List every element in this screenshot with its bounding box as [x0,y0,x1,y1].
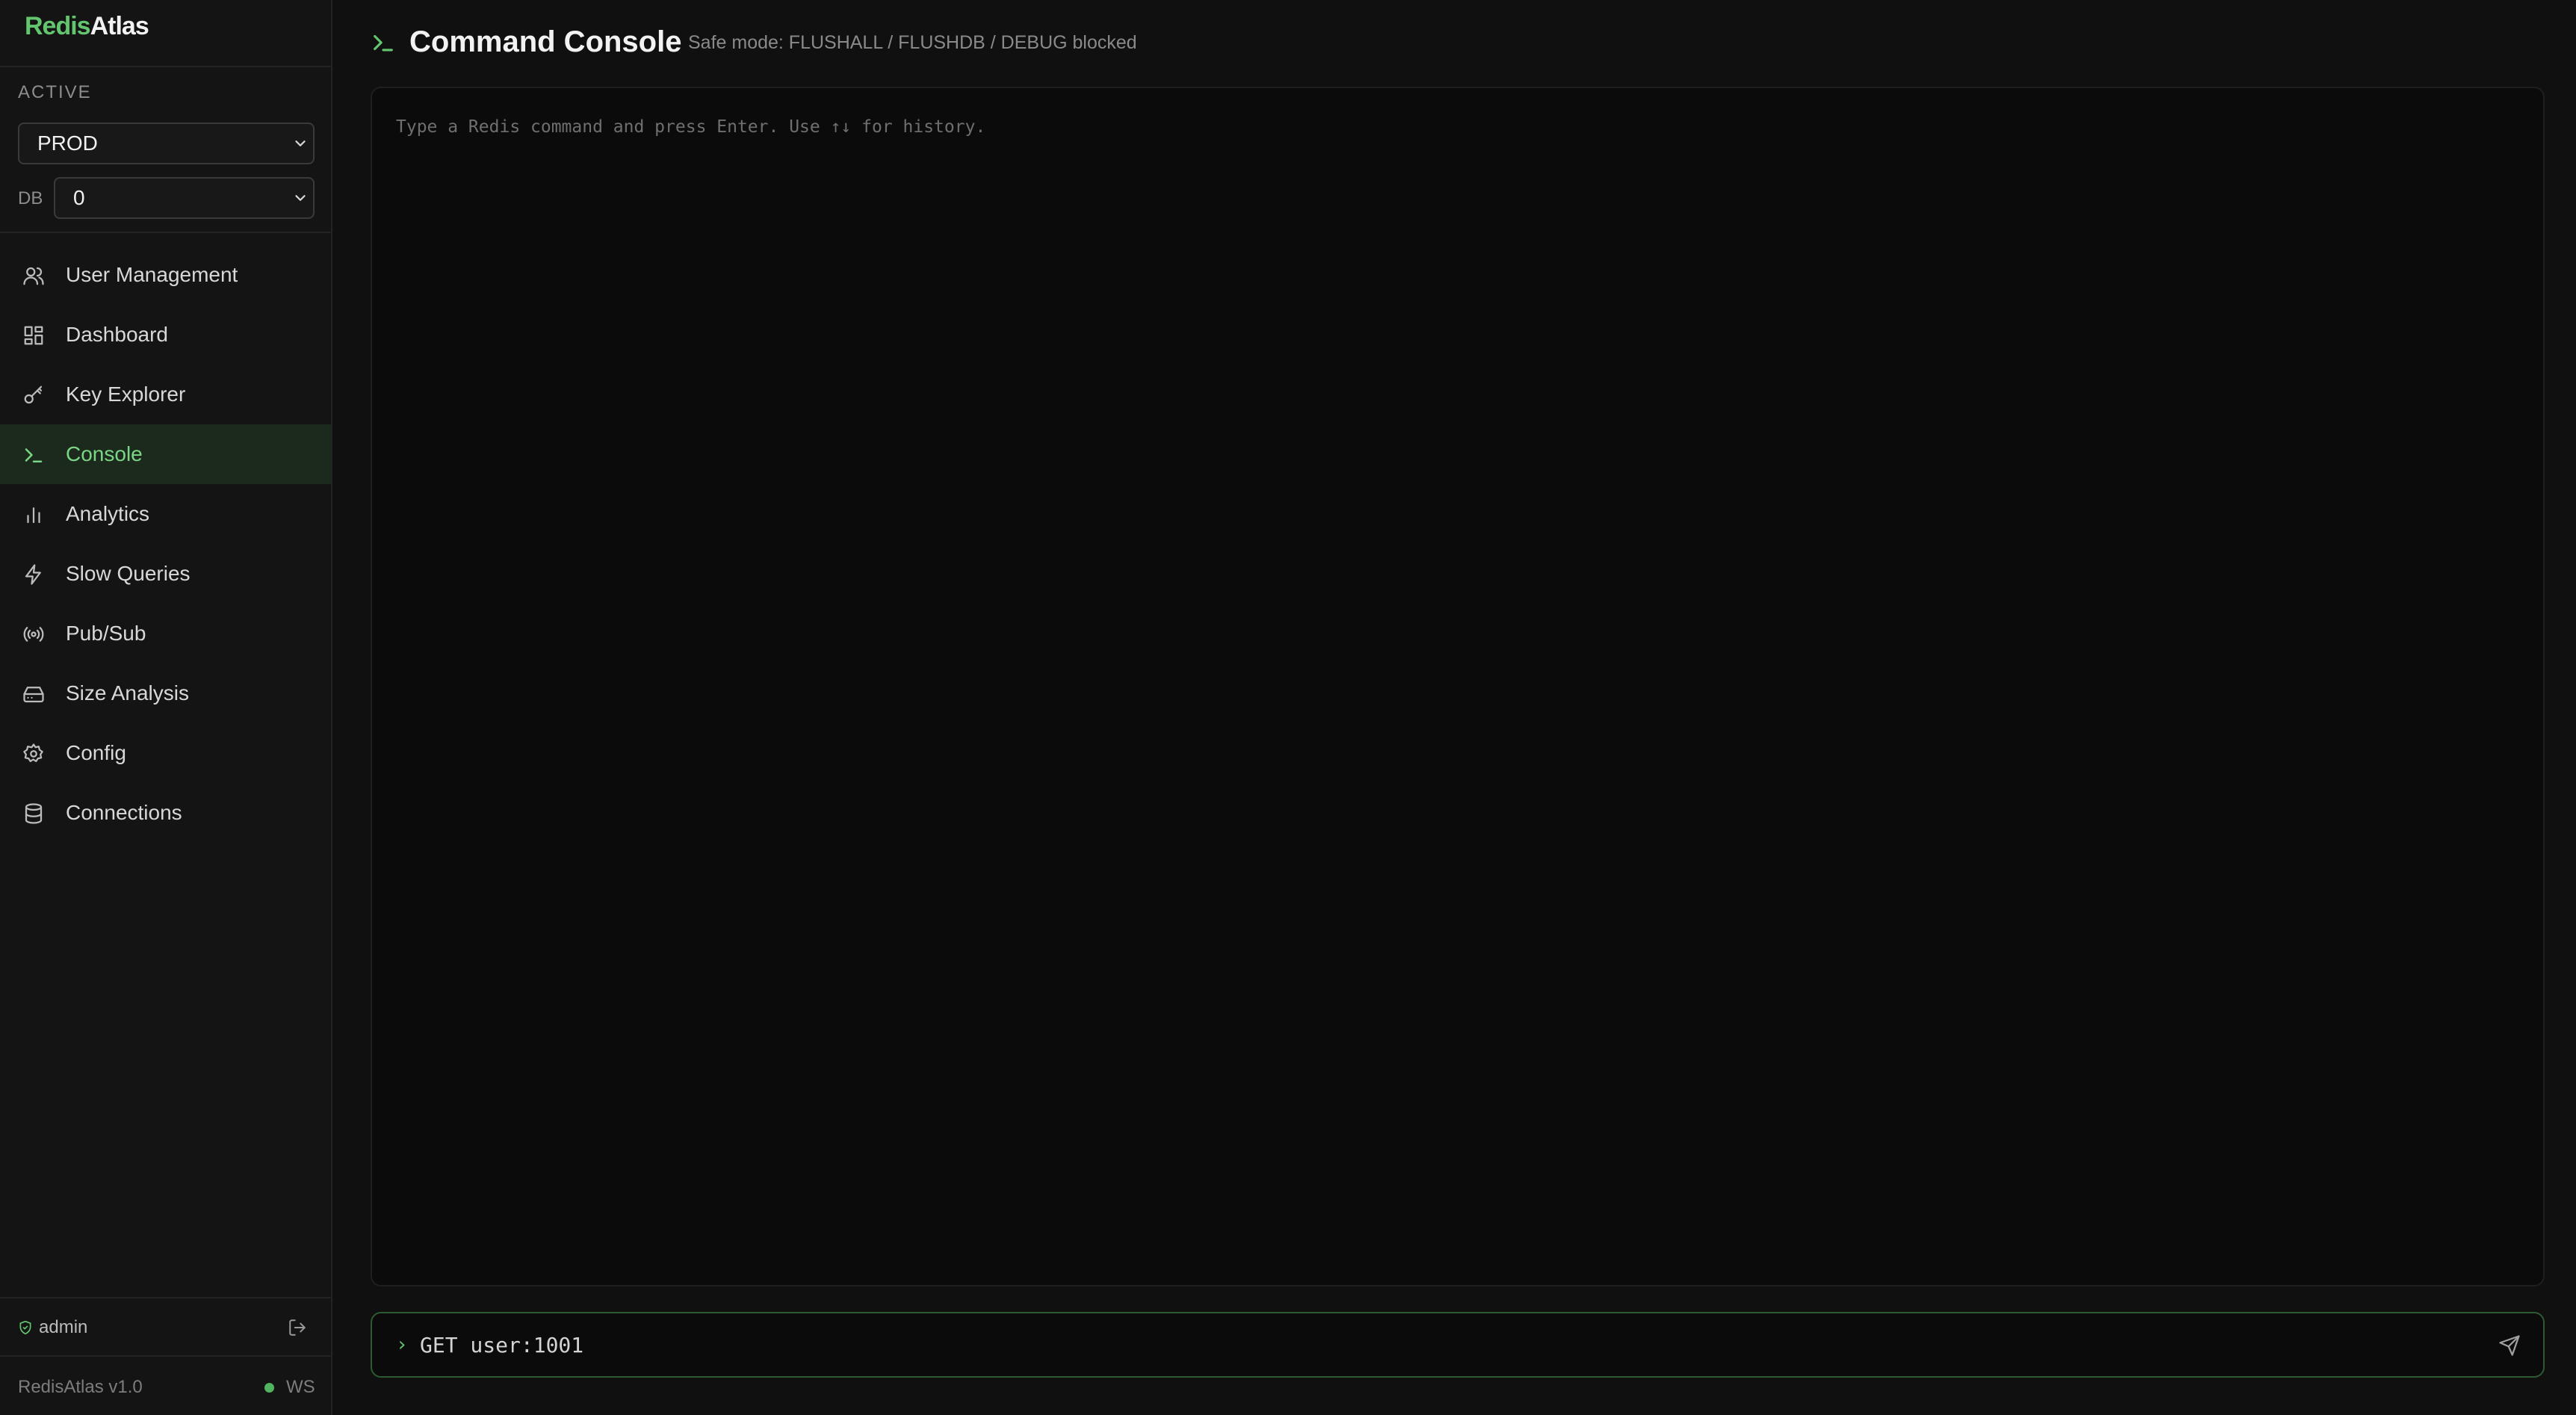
zap-icon [25,564,41,585]
command-input[interactable] [420,1328,2437,1361]
sidebar-item-label: Analytics [66,502,150,525]
grid-icon [24,326,43,345]
app-version: RedisAtlas v1.0 [18,1377,143,1397]
shield-icon [19,1320,31,1335]
terminal-icon [374,34,393,52]
bar-chart-icon [27,507,40,524]
sidebar-item-slow-queries[interactable]: Slow Queries [0,544,331,604]
sidebar-item-config[interactable]: Config [0,723,331,783]
connection-select-value: PROD [37,131,98,155]
sidebar-item-label: Config [66,741,126,764]
sidebar-footer: RedisAtlas v1.0 WS [0,1369,331,1406]
divider [0,66,332,67]
divider [0,1297,332,1298]
divider [0,232,332,233]
send-icon[interactable] [2498,1334,2521,1357]
sidebar-item-label: Console [66,442,143,465]
sidebar-item-label: User Management [66,263,238,286]
terminal-icon [25,448,43,462]
radio-icon [23,627,44,642]
sidebar: RedisAtlas ACTIVE PROD DB 0 User Managem… [0,0,332,1415]
sidebar-item-label: Size Analysis [66,681,189,705]
key-icon [24,386,43,404]
sidebar-item-label: Connections [66,801,182,824]
console-output[interactable]: Type a Redis command and press Enter. Us… [371,87,2545,1286]
ws-status-dot [264,1383,274,1393]
current-user: admin [0,1309,331,1346]
username: admin [39,1317,88,1337]
sidebar-item-key-explorer[interactable]: Key Explorer [0,365,331,424]
sidebar-item-analytics[interactable]: Analytics [0,484,331,544]
console-hint: Type a Redis command and press Enter. Us… [396,117,986,137]
db-select[interactable]: 0 [54,177,315,219]
users-icon [23,267,44,285]
app-logo[interactable]: RedisAtlas [25,10,149,43]
active-connection-label: ACTIVE [18,82,92,102]
app-root: RedisAtlas ACTIVE PROD DB 0 User Managem… [0,0,2576,1415]
gear-icon [23,743,43,763]
sidebar-item-label: Dashboard [66,323,168,346]
db-label: DB [18,188,43,208]
sidebar-item-user-management[interactable]: User Management [0,245,331,305]
chevron-down-icon [295,195,306,201]
command-bar: › [371,1312,2545,1378]
prompt-symbol: › [396,1334,408,1356]
connection-select[interactable]: PROD [18,123,315,164]
sidebar-item-label: Pub/Sub [66,622,146,645]
database-icon [25,803,43,824]
ws-status-label: WS [286,1377,315,1397]
divider [0,1355,332,1357]
sidebar-item-pub-sub[interactable]: Pub/Sub [0,604,331,663]
sidebar-item-label: Slow Queries [66,562,191,585]
logo-text-atlas: Atlas [90,12,149,40]
sidebar-item-dashboard[interactable]: Dashboard [0,305,331,365]
logout-icon[interactable] [288,1318,307,1337]
hard-drive-icon [23,687,44,703]
db-select-value: 0 [73,186,85,209]
page-title: Command Console [409,25,682,58]
sidebar-item-console[interactable]: Console [0,424,331,484]
safe-mode-note: Safe mode: FLUSHALL / FLUSHDB / DEBUG bl… [688,32,1137,53]
sidebar-item-size-analysis[interactable]: Size Analysis [0,663,331,723]
sidebar-item-label: Key Explorer [66,383,186,406]
chevron-down-icon [295,140,306,146]
logo-text-redis: Redis [25,12,91,40]
sidebar-item-connections[interactable]: Connections [0,783,331,843]
